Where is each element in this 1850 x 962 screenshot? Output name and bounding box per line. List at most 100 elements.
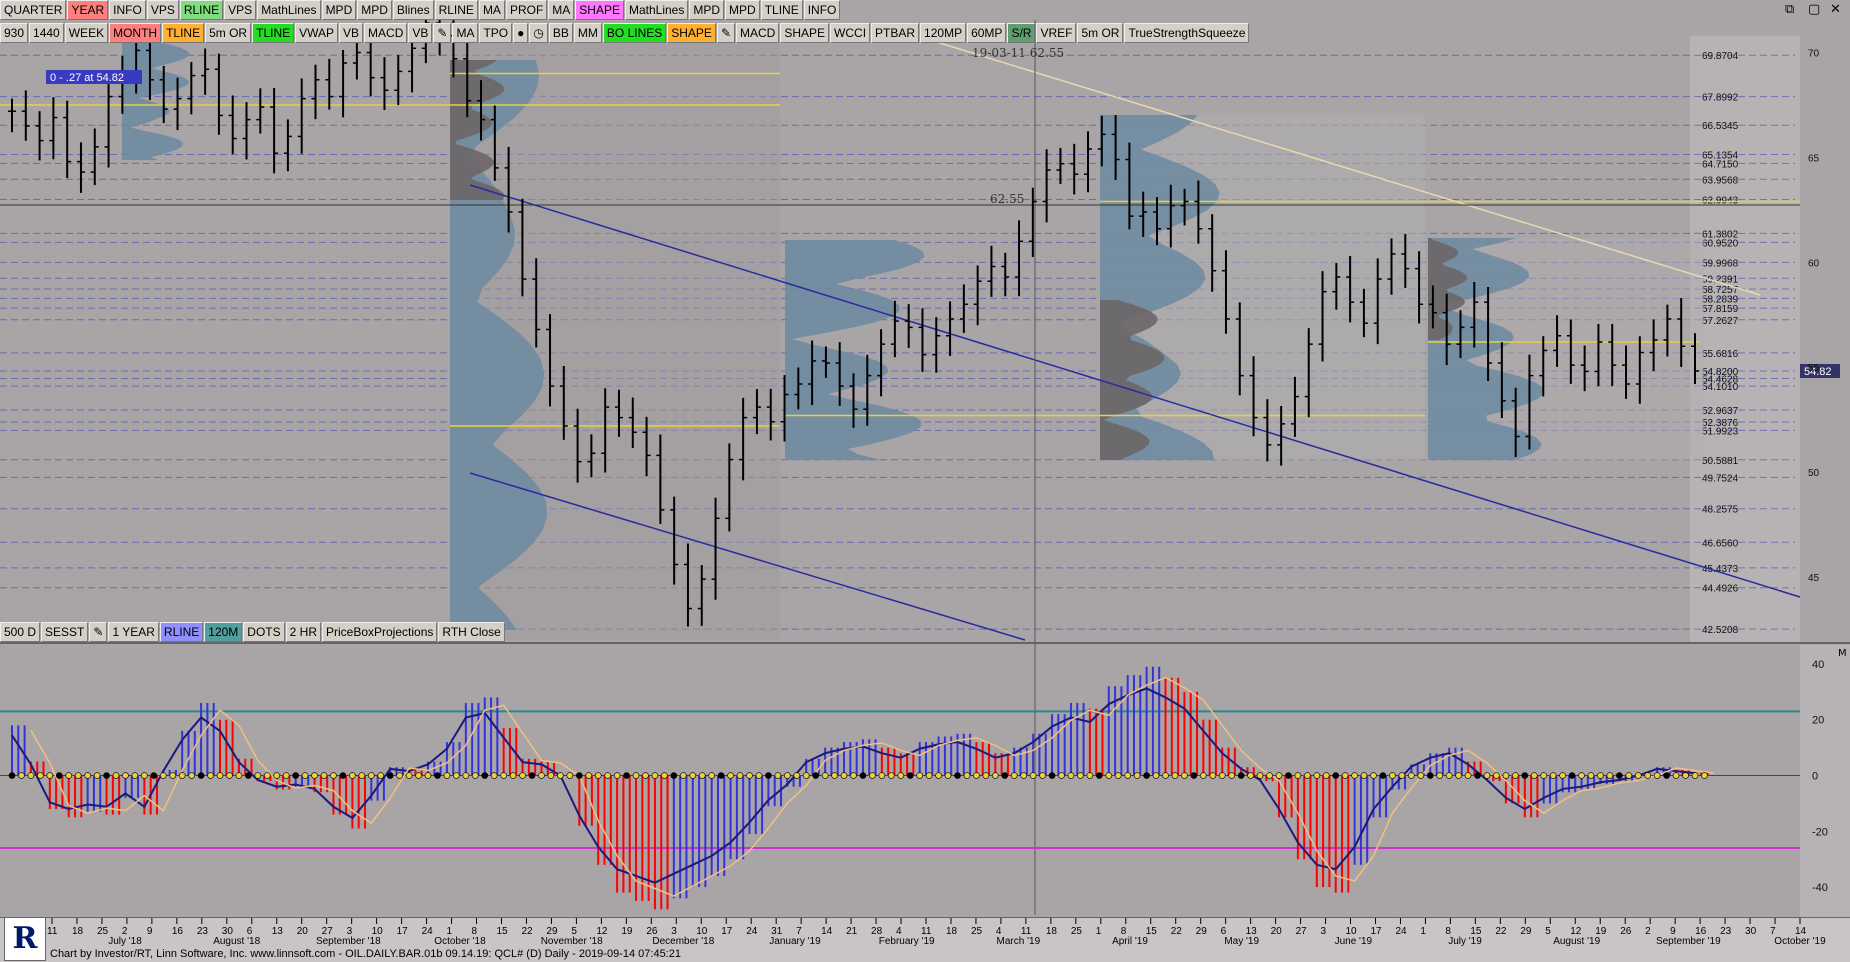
toolbar-top-button-5[interactable]: VPS — [224, 0, 257, 20]
squeeze-dot — [1672, 772, 1680, 779]
toolbar-second-button-17[interactable]: MM — [573, 23, 602, 43]
time-tick-label: 17 — [721, 926, 733, 937]
top-toolbar: QUARTER YEAR INFO VPS RLINE VPS MathLines MPD MP… — [0, 0, 841, 20]
toolbar-second-button-12[interactable]: MA — [452, 23, 479, 43]
toolbar-second-button-13[interactable]: TPO — [479, 23, 513, 43]
toolbar-second-button-16[interactable]: BB — [548, 23, 573, 43]
maximize-window-icon[interactable]: ▢ — [1808, 2, 1820, 17]
squeeze-dot — [840, 772, 848, 779]
toolbar-top-button-13[interactable]: MA — [548, 0, 575, 20]
time-tick-label: 25 — [97, 926, 109, 937]
toolbar-top-button-9[interactable]: Blines — [392, 0, 434, 20]
toolbar-top-button-16[interactable]: MPD — [689, 0, 725, 20]
toolbar-second-button-26[interactable]: 60MP — [967, 23, 1007, 43]
toolbar-top-button-17[interactable]: MPD — [725, 0, 760, 20]
toolbar-second-button-1[interactable]: 1440 — [29, 23, 64, 43]
squeeze-dot — [301, 772, 309, 779]
squeeze-dot — [897, 772, 905, 779]
toolbar-top-button-2[interactable]: INFO — [109, 0, 146, 20]
toolbar-second-button-5[interactable]: 5m OR — [205, 23, 252, 43]
toolbar-second-button-9[interactable]: MACD — [364, 23, 408, 43]
squeeze-dot — [396, 772, 403, 779]
toolbar-top-button-4[interactable]: RLINE — [179, 0, 224, 20]
squeeze-dot — [680, 772, 687, 779]
toolbar-second-button-24[interactable]: PTBAR — [871, 23, 920, 43]
toolbar-top-button-0[interactable]: QUARTER — [0, 0, 67, 20]
toolbar-second-button-25[interactable]: 120MP — [920, 23, 967, 43]
squeeze-dot — [1171, 772, 1179, 779]
toolbar-second-button-7[interactable]: VWAP — [295, 23, 339, 43]
toolbar-second-button-18[interactable]: BO LINES — [602, 23, 667, 43]
squeeze-dot — [717, 772, 725, 779]
toolbar-top-button-18[interactable]: TLINE — [760, 0, 803, 20]
squeeze-dot — [150, 772, 158, 779]
toolbar-bottom-button-4[interactable]: RLINE — [159, 622, 204, 642]
squeeze-dot — [632, 772, 640, 779]
time-tick-label: 30 — [1745, 926, 1757, 937]
toolbar-second-button-14[interactable]: ● — [513, 23, 529, 43]
squeeze-dot — [1162, 772, 1169, 779]
toolbar-second-button-10[interactable]: VB — [408, 23, 433, 43]
squeeze-dot — [1209, 772, 1217, 779]
toolbar-top-button-1[interactable]: YEAR — [67, 0, 109, 20]
toolbar-bottom-button-7[interactable]: 2 HR — [285, 622, 321, 642]
time-month-label: November '18 — [541, 936, 603, 947]
toolbar-second-button-30[interactable]: TrueStrengthSqueeze — [1124, 23, 1250, 43]
squeeze-dot — [661, 772, 668, 779]
squeeze-dot — [178, 772, 186, 779]
squeeze-dot — [859, 772, 867, 779]
toolbar-second-button-20[interactable]: ✎ — [716, 23, 735, 43]
toolbar-bottom-button-6[interactable]: DOTS — [243, 622, 285, 642]
toolbar-second-button-27[interactable]: S/R — [1007, 23, 1036, 43]
price-level-label: 44.4926 — [1702, 584, 1739, 595]
toolbar-second-button-8[interactable]: VB — [339, 23, 364, 43]
toolbar-bottom-button-8[interactable]: PriceBoxProjections — [321, 622, 438, 642]
toolbar-second-button-23[interactable]: WCCI — [830, 23, 871, 43]
squeeze-dot — [112, 772, 120, 779]
toolbar-second-button-3[interactable]: MONTH — [109, 23, 162, 43]
squeeze-dot — [623, 772, 630, 779]
toolbar-second-button-2[interactable]: WEEK — [64, 23, 109, 43]
toolbar-bottom-button-1[interactable]: SESST — [41, 622, 89, 642]
toolbar-top-button-15[interactable]: MathLines — [624, 0, 689, 20]
toolbar-bottom-button-0[interactable]: 500 D — [0, 622, 41, 642]
squeeze-dot — [1644, 772, 1652, 779]
toolbar-bottom-button-9[interactable]: RTH Close — [438, 622, 505, 642]
toolbar-top-button-7[interactable]: MPD — [321, 0, 357, 20]
toolbar-second-button-0[interactable]: 930 — [0, 23, 29, 43]
toolbar-second-button-15[interactable]: ◷ — [529, 23, 548, 43]
squeeze-dot — [1152, 772, 1160, 779]
toolbar-second-button-28[interactable]: VREF — [1036, 23, 1077, 43]
toolbar-second-button-4[interactable]: TLINE — [162, 23, 205, 43]
toolbar-second-button-6[interactable]: TLINE — [252, 23, 295, 43]
toolbar-top-button-8[interactable]: MPD — [357, 0, 392, 20]
squeeze-dot — [1077, 772, 1084, 779]
squeeze-dot — [55, 772, 63, 779]
restore-window-icon[interactable]: ⧉ — [1785, 2, 1794, 17]
squeeze-dot — [93, 772, 101, 779]
squeeze-dot — [1436, 772, 1444, 779]
squeeze-dot — [1048, 772, 1056, 779]
squeeze-dot — [1275, 772, 1283, 779]
toolbar-bottom-button-3[interactable]: 1 YEAR — [108, 622, 159, 642]
toolbar-bottom-button-5[interactable]: 120M — [204, 622, 243, 642]
toolbar-top-button-6[interactable]: MathLines — [257, 0, 321, 20]
toolbar-second-button-19[interactable]: SHAPE — [667, 23, 716, 43]
bottom-toolbar: 500 D SESST ✎ 1 YEAR RLINE 120M DOTS 2 HR PriceB… — [0, 622, 506, 642]
toolbar-second-button-11[interactable]: ✎ — [433, 23, 452, 43]
toolbar-top-button-19[interactable]: INFO — [803, 0, 841, 20]
squeeze-dot — [273, 772, 281, 779]
squeeze-dot — [490, 772, 498, 779]
close-window-icon[interactable]: ✕ — [1830, 2, 1841, 17]
toolbar-second-button-29[interactable]: 5m OR — [1077, 23, 1124, 43]
toolbar-top-button-12[interactable]: PROF — [505, 0, 548, 20]
toolbar-top-button-3[interactable]: VPS — [146, 0, 179, 20]
squeeze-dot — [1568, 772, 1576, 779]
toolbar-second-button-21[interactable]: MACD — [736, 23, 780, 43]
price-level-label: 59.9968 — [1702, 258, 1739, 269]
toolbar-top-button-14[interactable]: SHAPE — [575, 0, 624, 20]
toolbar-top-button-10[interactable]: RLINE — [434, 0, 478, 20]
toolbar-second-button-22[interactable]: SHAPE — [780, 23, 830, 43]
toolbar-bottom-button-2[interactable]: ✎ — [89, 622, 108, 642]
toolbar-top-button-11[interactable]: MA — [478, 0, 505, 20]
